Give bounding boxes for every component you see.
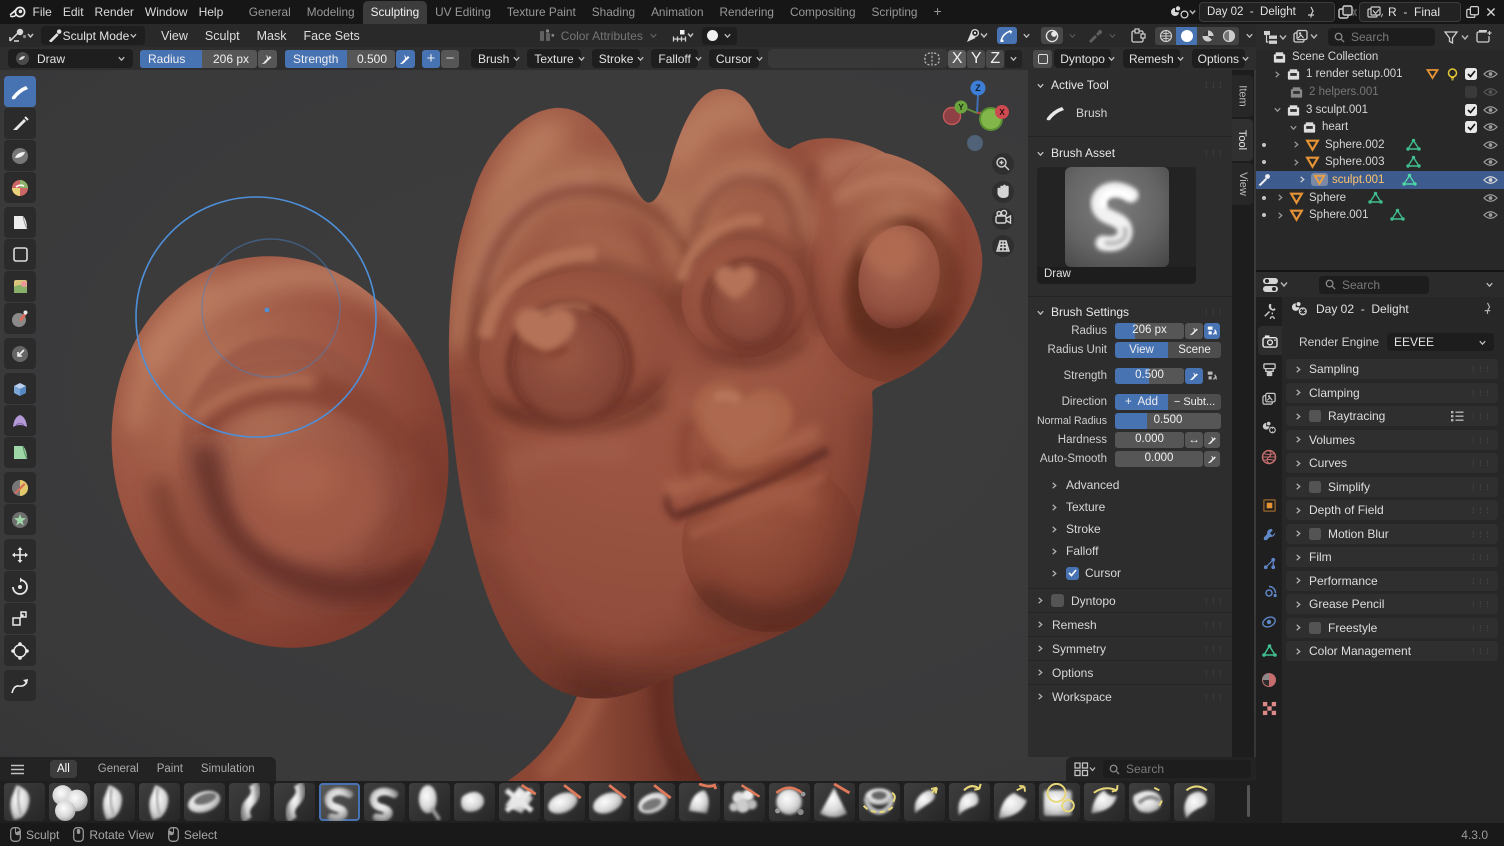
svg-text:Y: Y <box>958 103 964 112</box>
svg-text:X: X <box>999 108 1005 117</box>
svg-text:Z: Z <box>975 83 981 93</box>
